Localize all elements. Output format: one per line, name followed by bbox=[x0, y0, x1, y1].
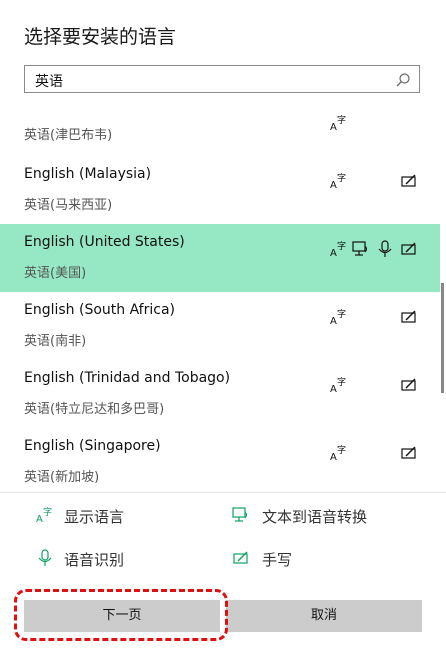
language-name: English (United States) bbox=[24, 234, 185, 250]
language-native-name: 英语(马来西亚) bbox=[24, 198, 113, 213]
svg-text:字: 字 bbox=[337, 444, 346, 456]
text-to-speech-icon bbox=[232, 507, 248, 522]
language-native-name: 英语(特立尼达和多巴哥) bbox=[24, 402, 165, 417]
display-language-icon: A 字 bbox=[330, 114, 346, 132]
svg-text:A: A bbox=[330, 122, 337, 132]
svg-text:字: 字 bbox=[337, 114, 346, 126]
language-native-name: 英语(南非) bbox=[24, 334, 87, 349]
list-item[interactable]: A 字 英语(津巴布韦) bbox=[0, 112, 440, 154]
list-item-selected[interactable]: English (United States) 英语(美国) A 字 bbox=[0, 224, 440, 292]
language-name: English (South Africa) bbox=[24, 302, 175, 318]
svg-text:A: A bbox=[330, 180, 337, 190]
language-native-name: 英语(新加坡) bbox=[24, 470, 100, 485]
handwriting-icon bbox=[401, 446, 416, 459]
speech-recognition-icon bbox=[38, 549, 52, 566]
language-native-name: 英语(美国) bbox=[24, 266, 87, 281]
list-item[interactable]: English (South Africa) 英语(南非) A 字 bbox=[0, 292, 440, 360]
svg-text:A: A bbox=[330, 316, 337, 326]
svg-text:字: 字 bbox=[337, 240, 346, 252]
language-name: English (Singapore) bbox=[24, 438, 161, 454]
svg-text:A: A bbox=[330, 248, 337, 258]
display-language-icon: A 字 bbox=[330, 444, 346, 462]
legend-speech-recognition: 语音识别 bbox=[64, 551, 125, 569]
svg-text:A: A bbox=[36, 514, 43, 524]
svg-text:字: 字 bbox=[337, 308, 346, 320]
language-list[interactable]: A 字 英语(津巴布韦) English (Malaysia) 英语(马来西亚)… bbox=[0, 112, 446, 492]
handwriting-icon bbox=[401, 310, 416, 323]
list-item[interactable]: English (Singapore) 英语(新加坡) A 字 bbox=[0, 428, 440, 492]
language-name: English (Malaysia) bbox=[24, 166, 152, 182]
legend-text-to-speech: 文本到语音转换 bbox=[262, 508, 368, 526]
cancel-button[interactable]: 取消 bbox=[226, 600, 422, 632]
svg-text:A: A bbox=[330, 384, 337, 394]
svg-text:字: 字 bbox=[337, 376, 346, 388]
legend-handwriting: 手写 bbox=[262, 551, 293, 569]
highlight-annotation bbox=[14, 589, 228, 641]
handwriting-icon bbox=[233, 551, 248, 564]
search-input[interactable]: 英语 bbox=[24, 65, 420, 93]
display-language-icon: A 字 bbox=[330, 308, 346, 326]
display-language-icon: A 字 bbox=[330, 376, 346, 394]
handwriting-icon bbox=[401, 378, 416, 391]
svg-text:A: A bbox=[330, 452, 337, 462]
scrollbar-thumb[interactable] bbox=[441, 283, 444, 393]
search-value: 英语 bbox=[35, 74, 63, 90]
list-item[interactable]: English (Trinidad and Tobago) 英语(特立尼达和多巴… bbox=[0, 360, 440, 428]
handwriting-icon bbox=[401, 174, 416, 187]
divider bbox=[0, 492, 446, 493]
language-name: English (Trinidad and Tobago) bbox=[24, 370, 231, 386]
display-language-icon: A 字 bbox=[36, 506, 52, 524]
display-language-icon: A 字 bbox=[330, 172, 346, 190]
handwriting-icon bbox=[401, 242, 416, 255]
text-to-speech-icon bbox=[352, 241, 368, 256]
legend-display-language: 显示语言 bbox=[64, 508, 125, 526]
language-native-name: 英语(津巴布韦) bbox=[24, 128, 113, 143]
svg-text:字: 字 bbox=[43, 506, 52, 518]
svg-text:字: 字 bbox=[337, 172, 346, 184]
search-icon[interactable] bbox=[395, 72, 411, 88]
speech-recognition-icon bbox=[378, 240, 392, 257]
dialog-title: 选择要安装的语言 bbox=[24, 26, 177, 48]
display-language-icon: A 字 bbox=[330, 240, 346, 258]
list-item[interactable]: English (Malaysia) 英语(马来西亚) A 字 bbox=[0, 156, 440, 224]
